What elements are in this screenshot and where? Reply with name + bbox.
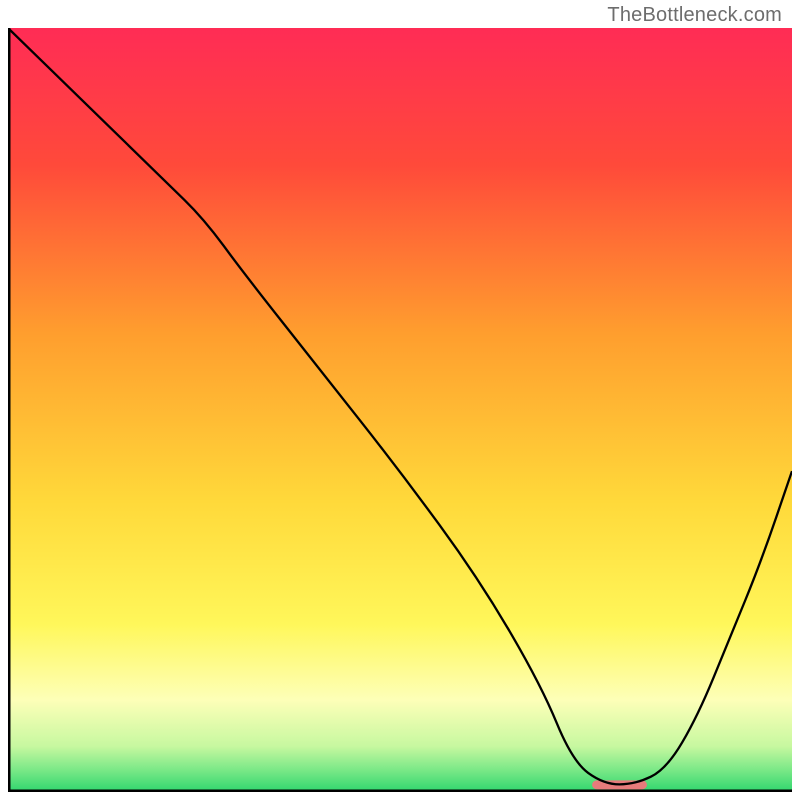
chart-container: { "watermark": "TheBottleneck.com", "cha… xyxy=(0,0,800,800)
plot-area xyxy=(8,28,792,792)
chart-svg xyxy=(8,28,792,792)
watermark-text: TheBottleneck.com xyxy=(607,4,782,27)
